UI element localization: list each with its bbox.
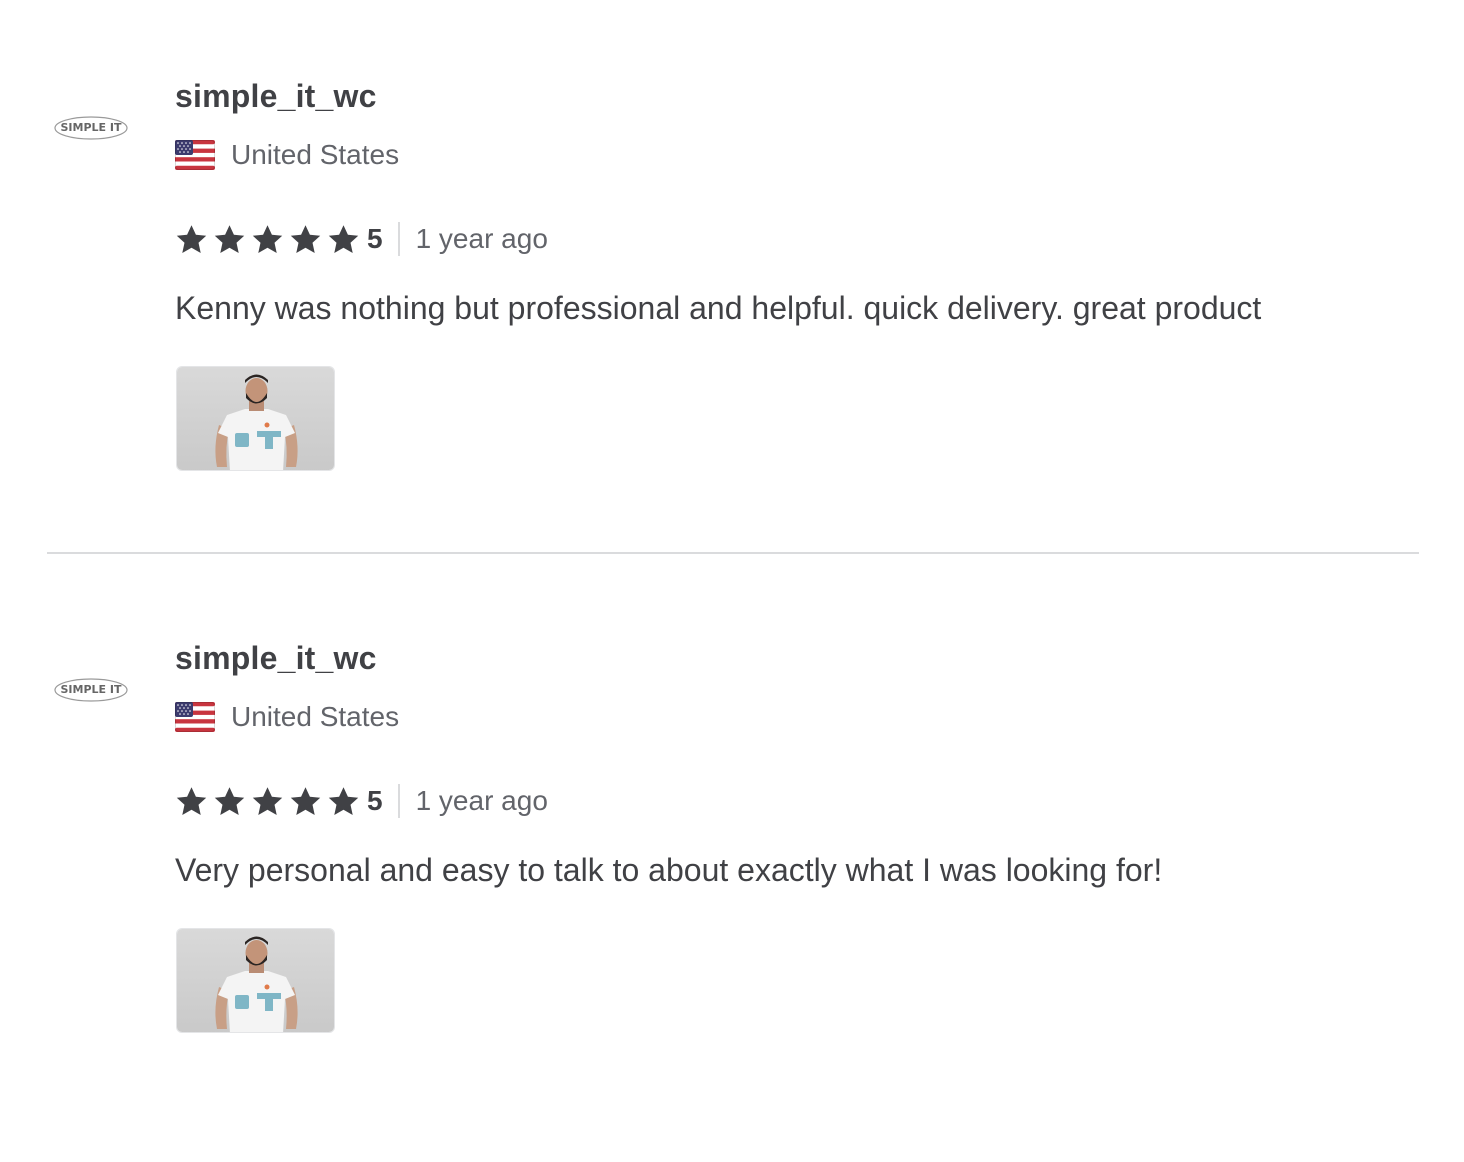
- rating-divider: [397, 784, 400, 818]
- review-time: 1 year ago: [415, 223, 548, 254]
- star-rating: [175, 785, 365, 818]
- seller-avatar-logo[interactable]: SIMPLE IT: [52, 670, 130, 708]
- rating-divider: [397, 222, 400, 256]
- t-shirt-photo: [177, 367, 334, 470]
- star-icon: [290, 786, 321, 815]
- us-flag-icon: [175, 140, 215, 170]
- reviewer-country: United States: [175, 138, 399, 172]
- star-icon: [176, 224, 207, 253]
- star-icon: [252, 224, 283, 253]
- star-rating: [175, 223, 365, 256]
- country-name: United States: [231, 701, 400, 732]
- review-divider: [47, 552, 1419, 554]
- review-attachment-thumbnail[interactable]: [176, 366, 335, 471]
- country-name: United States: [231, 139, 400, 170]
- t-shirt-photo: [177, 929, 334, 1032]
- review-text: Kenny was nothing but professional and h…: [175, 290, 1262, 326]
- reviewer-country: United States: [175, 700, 399, 734]
- svg-text:SIMPLE IT: SIMPLE IT: [61, 683, 122, 696]
- star-icon: [214, 786, 245, 815]
- us-flag-icon: [175, 702, 215, 732]
- star-icon: [328, 224, 359, 253]
- rating-row: 5 1 year ago: [175, 220, 548, 258]
- reviewer-username[interactable]: simple_it_wc: [175, 638, 377, 678]
- reviewer-username[interactable]: simple_it_wc: [175, 76, 377, 116]
- review-attachment-thumbnail[interactable]: [176, 928, 335, 1033]
- star-icon: [214, 224, 245, 253]
- star-icon: [328, 786, 359, 815]
- svg-text:SIMPLE IT: SIMPLE IT: [61, 121, 122, 134]
- review-text: Very personal and easy to talk to about …: [175, 852, 1163, 888]
- star-icon: [290, 224, 321, 253]
- rating-score: 5: [367, 223, 383, 254]
- rating-score: 5: [367, 785, 383, 816]
- review-time: 1 year ago: [415, 785, 548, 816]
- rating-row: 5 1 year ago: [175, 782, 548, 820]
- star-icon: [176, 786, 207, 815]
- seller-avatar-logo[interactable]: SIMPLE IT: [52, 108, 130, 146]
- star-icon: [252, 786, 283, 815]
